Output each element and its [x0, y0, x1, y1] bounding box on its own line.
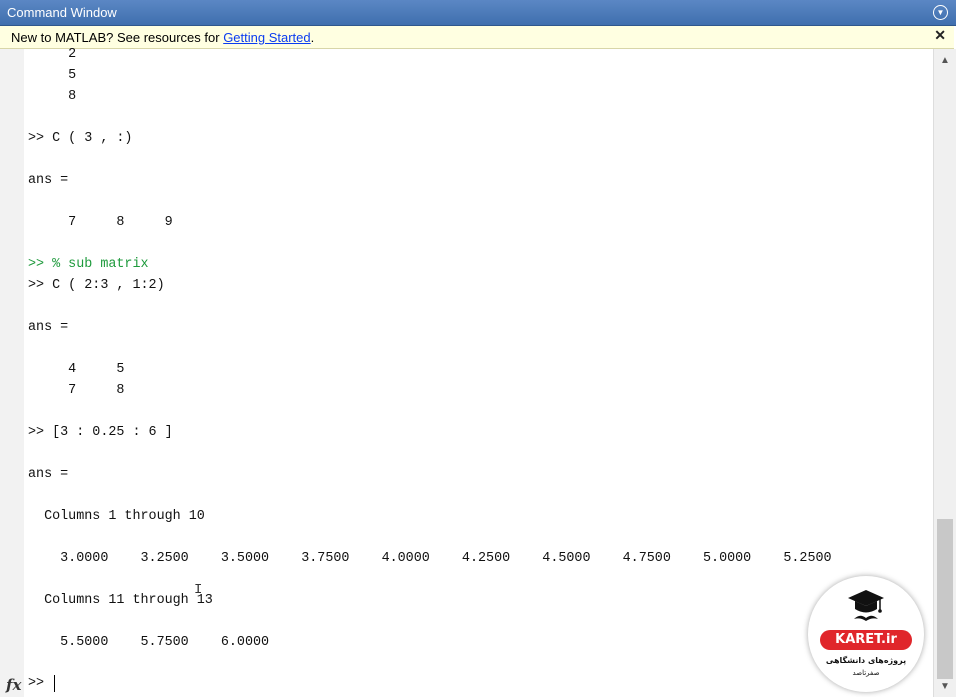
function-browser-icon[interactable]: fx [6, 676, 21, 694]
command-line: >> [3 : 0.25 : 6 ] [28, 425, 173, 440]
output-line: ans = [28, 173, 69, 188]
output-line: Columns 1 through 10 [28, 509, 205, 524]
ibeam-cursor-icon: I [194, 582, 203, 598]
output-line: 7 8 9 [28, 215, 173, 230]
karet-watermark-logo: KARET.ir پروژه‌های دانشگاهی صفرتاصد [808, 576, 924, 692]
output-line: 2 [28, 47, 77, 62]
command-line: >> C ( 3 , :) [28, 131, 133, 146]
banner-prefix: New to MATLAB? See resources for [11, 30, 224, 45]
logo-tagline: پروژه‌های دانشگاهی [825, 656, 907, 665]
vertical-scrollbar[interactable]: ▲ ▼ [933, 49, 956, 697]
banner-suffix: . [310, 30, 315, 45]
output-line: 5.5000 5.7500 6.0000 [28, 635, 270, 650]
getting-started-banner: New to MATLAB? See resources for Getting… [0, 26, 954, 49]
command-line: >> % sub matrix [28, 257, 149, 272]
banner-close-icon[interactable]: ✕ [934, 27, 946, 44]
scroll-down-icon[interactable]: ▼ [938, 681, 952, 693]
output-line: 5 [28, 68, 77, 83]
scrollbar-thumb[interactable] [937, 519, 953, 679]
console-gutter [0, 49, 24, 697]
command-line: >> C ( 2:3 , 1:2) [28, 278, 165, 293]
command-window-titlebar: Command Window ▼ [0, 0, 956, 26]
window-menu-icon[interactable]: ▼ [933, 5, 948, 20]
banner-text: New to MATLAB? See resources for Getting… [11, 30, 314, 45]
output-line: 7 8 [28, 383, 125, 398]
output-line: 3.0000 3.2500 3.5000 3.7500 4.0000 4.250… [28, 551, 832, 566]
graduation-cap-icon [848, 590, 884, 621]
output-line: ans = [28, 467, 69, 482]
karet-brand: KARET.ir [820, 630, 912, 650]
output-line: 4 5 [28, 362, 125, 377]
window-title: Command Window [7, 5, 117, 20]
text-caret [54, 675, 55, 692]
logo-subtagline: صفرتاصد [852, 669, 880, 677]
scroll-up-icon[interactable]: ▲ [938, 55, 952, 67]
getting-started-link[interactable]: Getting Started [223, 30, 310, 45]
output-line: 8 [28, 89, 77, 104]
output-line: ans = [28, 320, 69, 335]
output-line: Columns 11 through 13 [28, 593, 213, 608]
command-prompt[interactable]: >> [28, 674, 44, 694]
